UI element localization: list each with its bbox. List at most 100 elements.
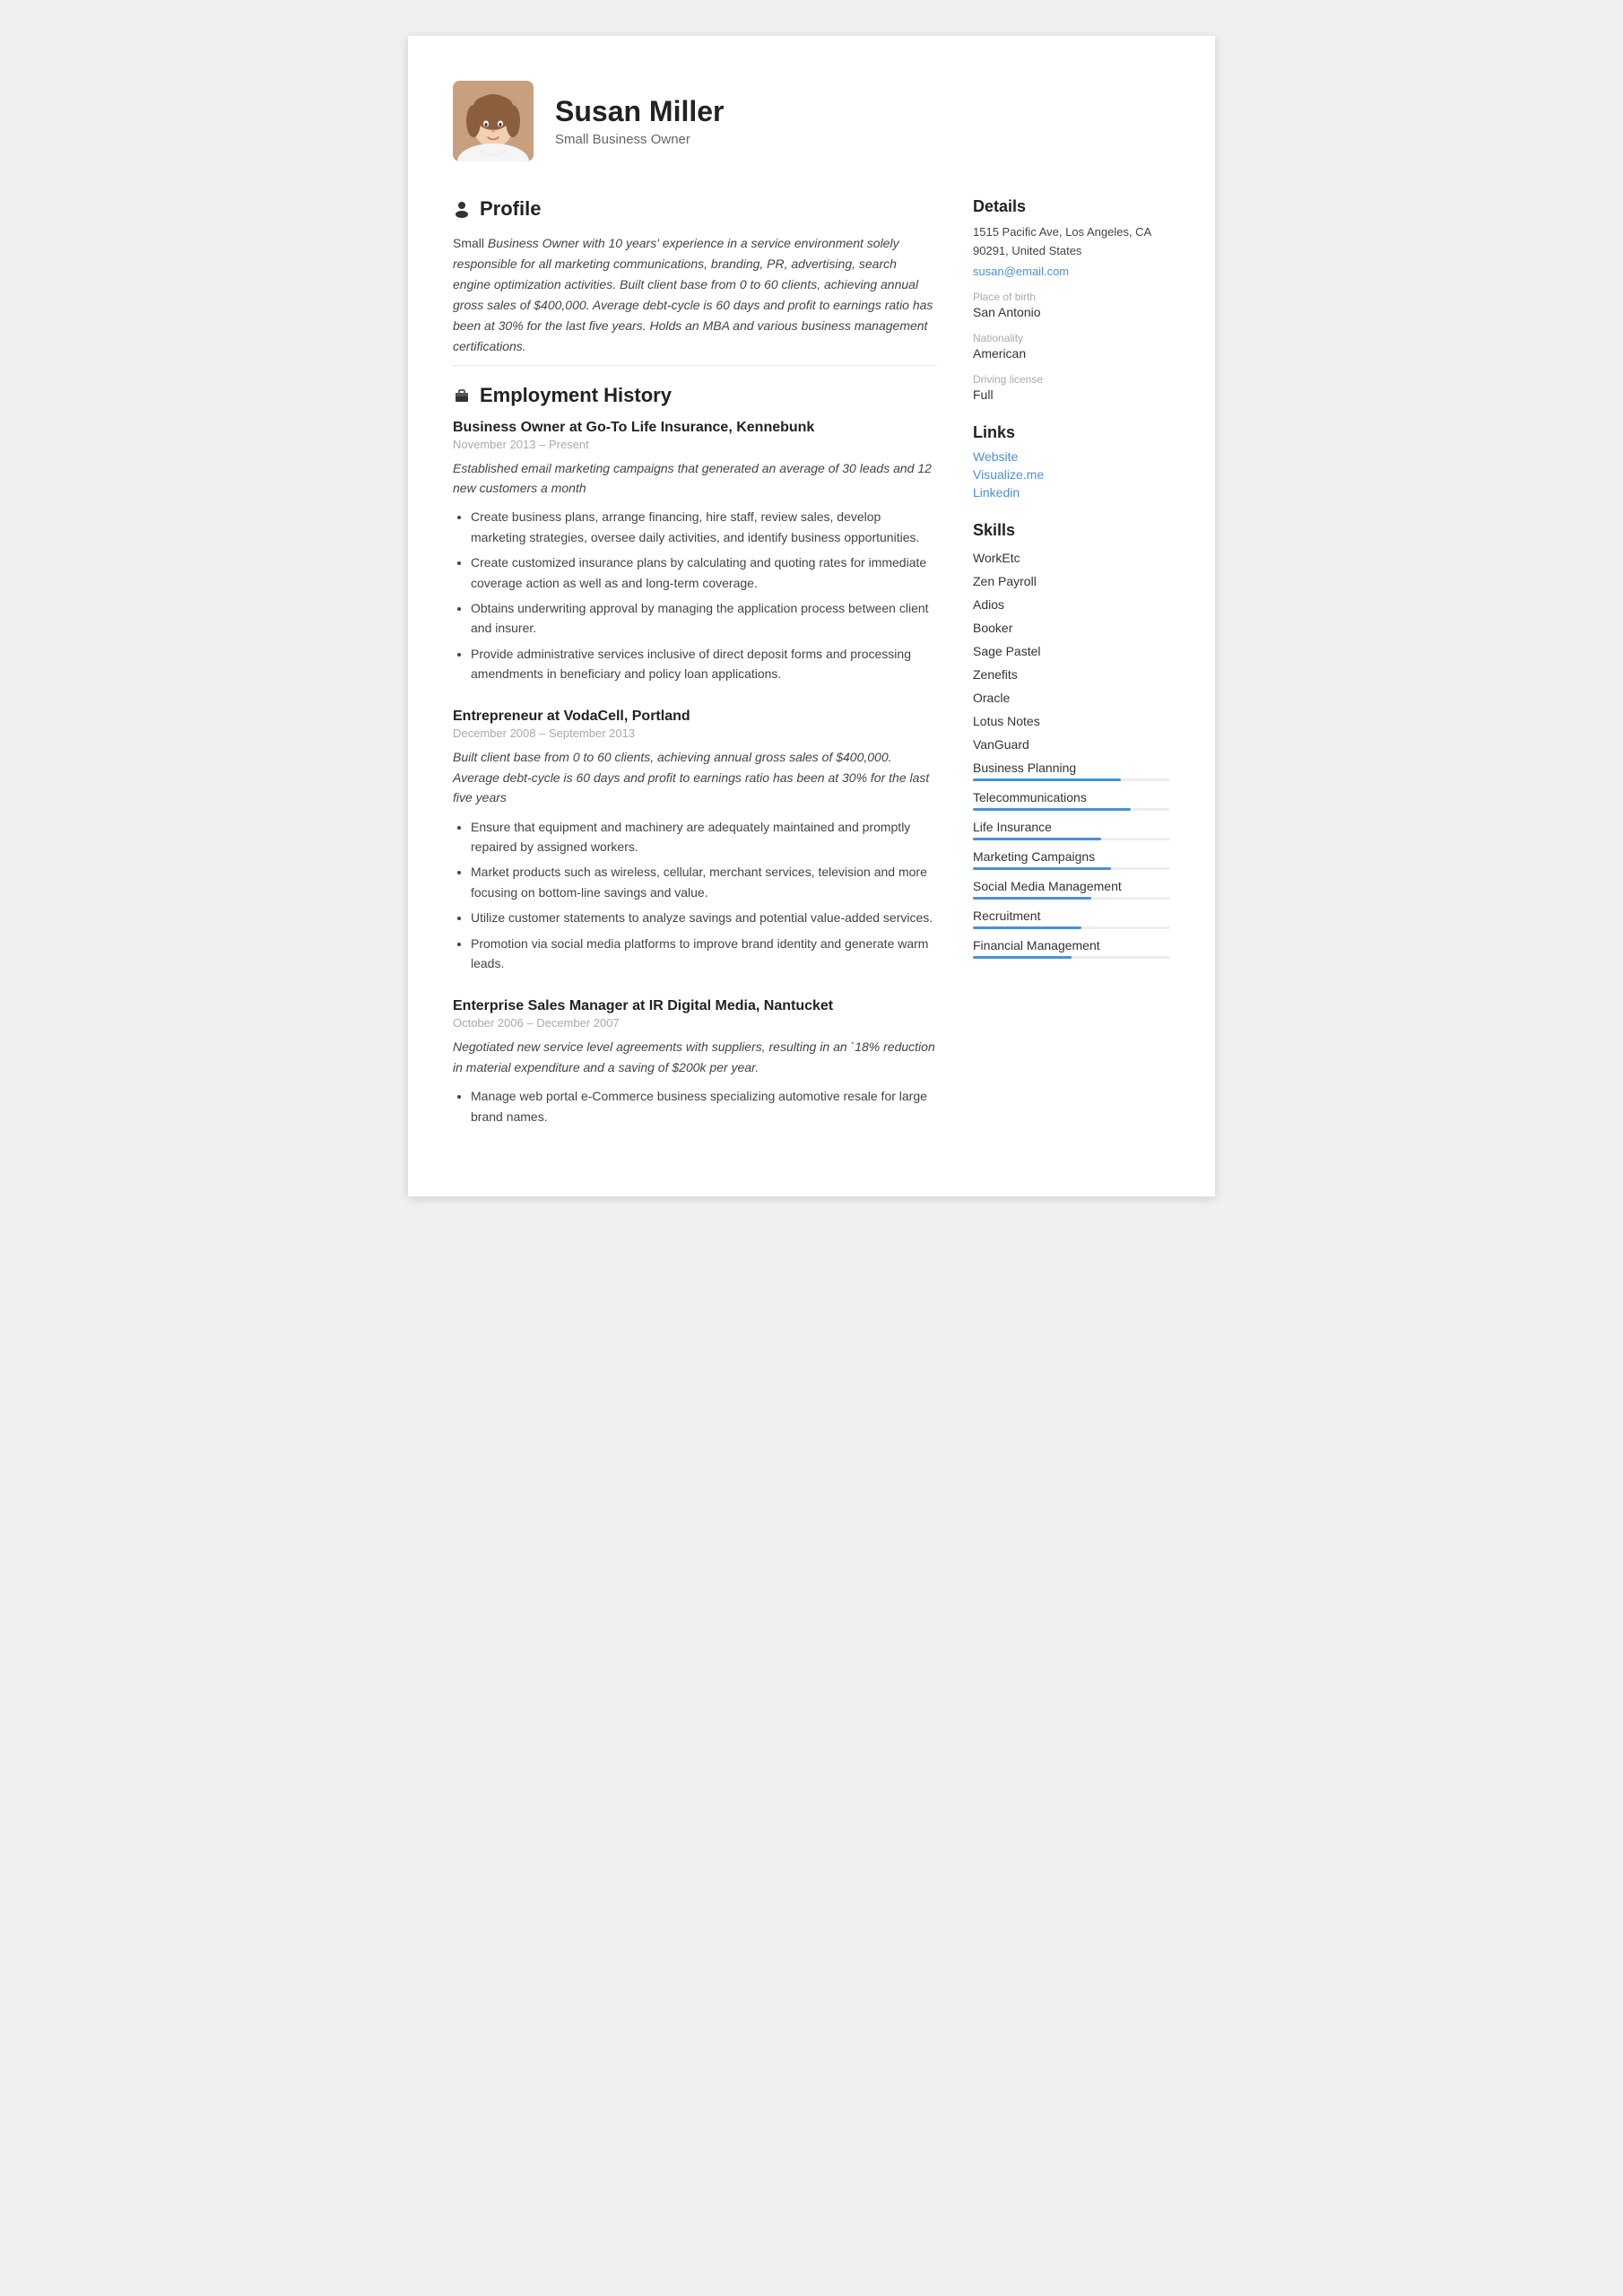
skill-adios: Adios (973, 597, 1170, 612)
bullet-2-1: Ensure that equipment and machinery are … (471, 817, 937, 857)
job-bullets-1: Create business plans, arrange financing… (453, 507, 937, 683)
job-title-2: Entrepreneur at VodaCell, Portland (453, 709, 937, 725)
job-dates-3: October 2006 – December 2007 (453, 1016, 937, 1030)
skill-bar-fill-12 (973, 867, 1111, 870)
link-website[interactable]: Website (973, 449, 1170, 464)
skill-financial-mgmt: Financial Management (973, 938, 1170, 959)
job-entry-1: Business Owner at Go-To Life Insurance, … (453, 420, 937, 684)
profile-section: Profile Small Business Owner with 10 yea… (453, 197, 937, 358)
job-summary-3: Negotiated new service level agreements … (453, 1037, 937, 1077)
candidate-subtitle: Small Business Owner (555, 132, 725, 147)
job-date-sep-3: – (526, 1016, 536, 1030)
skill-bar-fill-13 (973, 897, 1091, 900)
profile-text-normal: Small (453, 236, 488, 250)
job-date-start-3: October 2006 (453, 1016, 524, 1030)
skill-bar-bg-13 (973, 897, 1170, 900)
employment-title: Employment History (480, 384, 672, 407)
driving-license-label: Driving license (973, 373, 1170, 386)
profile-text: Small Business Owner with 10 years' expe… (453, 233, 937, 358)
left-column: Profile Small Business Owner with 10 yea… (453, 197, 937, 1152)
job-title-3: Enterprise Sales Manager at IR Digital M… (453, 998, 937, 1014)
job-dates-2: December 2008 – September 2013 (453, 726, 937, 740)
header-info: Susan Miller Small Business Owner (555, 95, 725, 147)
job-bullets-2: Ensure that equipment and machinery are … (453, 817, 937, 974)
details-email: susan@email.com (973, 265, 1170, 278)
employment-icon (453, 387, 471, 404)
bullet-3-1: Manage web portal e-Commerce business sp… (471, 1086, 937, 1126)
skill-bar-bg-14 (973, 926, 1170, 929)
skill-zenefits: Zenefits (973, 667, 1170, 682)
skill-lotus: Lotus Notes (973, 714, 1170, 728)
bullet-1-2: Create customized insurance plans by cal… (471, 552, 937, 593)
skill-zenrollpayroll: Zen Payroll (973, 574, 1170, 588)
place-of-birth-value: San Antonio (973, 305, 1170, 319)
avatar (453, 81, 534, 161)
link-linkedin[interactable]: Linkedin (973, 485, 1170, 500)
links-section: Links Website Visualize.me Linkedin (973, 423, 1170, 500)
employment-section-header: Employment History (453, 384, 937, 407)
links-title: Links (973, 423, 1170, 442)
skill-worketc: WorkEtc (973, 551, 1170, 565)
job-bullets-3: Manage web portal e-Commerce business sp… (453, 1086, 937, 1126)
details-title: Details (973, 197, 1170, 216)
job-entry-2: Entrepreneur at VodaCell, Portland Decem… (453, 709, 937, 973)
skill-life-insurance: Life Insurance (973, 820, 1170, 840)
details-address: 1515 Pacific Ave, Los Angeles, CA 90291,… (973, 223, 1170, 261)
details-section: Details 1515 Pacific Ave, Los Angeles, C… (973, 197, 1170, 402)
job-date-end-1: Present (549, 438, 589, 451)
skill-bar-fill-14 (973, 926, 1081, 929)
bullet-1-3: Obtains underwriting approval by managin… (471, 598, 937, 639)
skill-vanguard: VanGuard (973, 737, 1170, 752)
skills-title: Skills (973, 521, 1170, 540)
skill-bar-fill-9 (973, 778, 1121, 781)
skill-bar-bg-12 (973, 867, 1170, 870)
driving-license-value: Full (973, 387, 1170, 402)
nationality-value: American (973, 346, 1170, 361)
skill-social-media: Social Media Management (973, 879, 1170, 900)
link-visualize[interactable]: Visualize.me (973, 467, 1170, 482)
bullet-1-1: Create business plans, arrange financing… (471, 507, 937, 547)
job-date-start-2: December 2008 (453, 726, 536, 740)
skill-bar-fill-11 (973, 838, 1101, 840)
bullet-1-4: Provide administrative services inclusiv… (471, 644, 937, 684)
skill-telecom: Telecommunications (973, 790, 1170, 811)
job-date-start-1: November 2013 (453, 438, 536, 451)
skill-sage: Sage Pastel (973, 644, 1170, 658)
job-date-end-3: December 2007 (536, 1016, 620, 1030)
bullet-2-3: Utilize customer statements to analyze s… (471, 908, 937, 927)
skill-bar-bg-11 (973, 838, 1170, 840)
profile-icon (453, 200, 471, 218)
divider-1 (453, 365, 937, 366)
place-of-birth-label: Place of birth (973, 291, 1170, 303)
skills-section: Skills WorkEtc Zen Payroll Adios Booker … (973, 521, 1170, 959)
skill-oracle: Oracle (973, 691, 1170, 705)
skill-bar-fill-10 (973, 808, 1131, 811)
bullet-2-4: Promotion via social media platforms to … (471, 934, 937, 974)
main-layout: Profile Small Business Owner with 10 yea… (453, 197, 1170, 1152)
skill-bar-bg-15 (973, 956, 1170, 959)
job-summary-1: Established email marketing campaigns th… (453, 458, 937, 499)
header: Susan Miller Small Business Owner (453, 81, 1170, 161)
right-column: Details 1515 Pacific Ave, Los Angeles, C… (973, 197, 1170, 1152)
profile-text-italic: Business Owner with 10 years' experience… (453, 236, 933, 353)
bullet-2-2: Market products such as wireless, cellul… (471, 862, 937, 902)
job-entry-3: Enterprise Sales Manager at IR Digital M… (453, 998, 937, 1126)
skill-bar-fill-15 (973, 956, 1072, 959)
skill-business-planning: Business Planning (973, 761, 1170, 781)
nationality-label: Nationality (973, 332, 1170, 344)
job-date-sep-1: – (539, 438, 549, 451)
job-summary-2: Built client base from 0 to 60 clients, … (453, 747, 937, 807)
job-date-sep-2: – (539, 726, 549, 740)
skill-bar-bg-9 (973, 778, 1170, 781)
skill-recruitment: Recruitment (973, 909, 1170, 929)
profile-title: Profile (480, 197, 541, 221)
job-date-end-2: September 2013 (549, 726, 635, 740)
candidate-name: Susan Miller (555, 95, 725, 128)
resume-container: Susan Miller Small Business Owner Profil… (408, 36, 1215, 1196)
job-title-1: Business Owner at Go-To Life Insurance, … (453, 420, 937, 436)
employment-section: Employment History Business Owner at Go-… (453, 384, 937, 1126)
skill-booker: Booker (973, 621, 1170, 635)
skill-bar-bg-10 (973, 808, 1170, 811)
skill-marketing-campaigns: Marketing Campaigns (973, 849, 1170, 870)
profile-section-header: Profile (453, 197, 937, 221)
